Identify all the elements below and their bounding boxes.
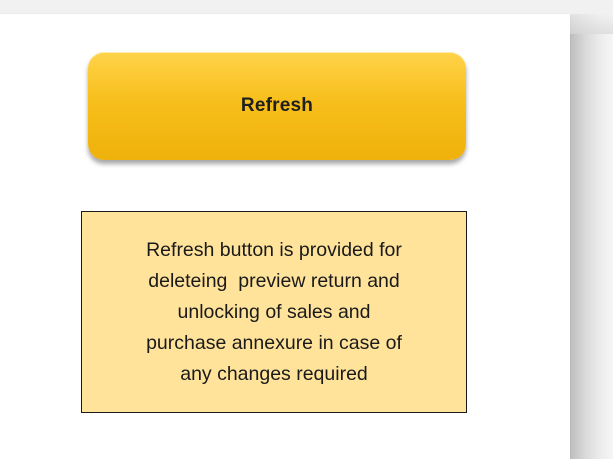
info-line: Refresh button is provided for (146, 238, 402, 261)
sheet-right-shadow-top (570, 14, 613, 34)
sheet-right-shadow (570, 14, 613, 459)
refresh-button-label: Refresh (240, 95, 314, 116)
info-line: deleteing preview return and (148, 269, 400, 292)
refresh-info-note: Refresh button is provided for deleteing… (81, 211, 467, 413)
info-line: any changes required (180, 362, 368, 385)
refresh-button[interactable]: Refresh (88, 52, 466, 160)
info-line: purchase annexure in case of (146, 331, 402, 354)
info-line: unlocking of sales and (177, 300, 371, 323)
